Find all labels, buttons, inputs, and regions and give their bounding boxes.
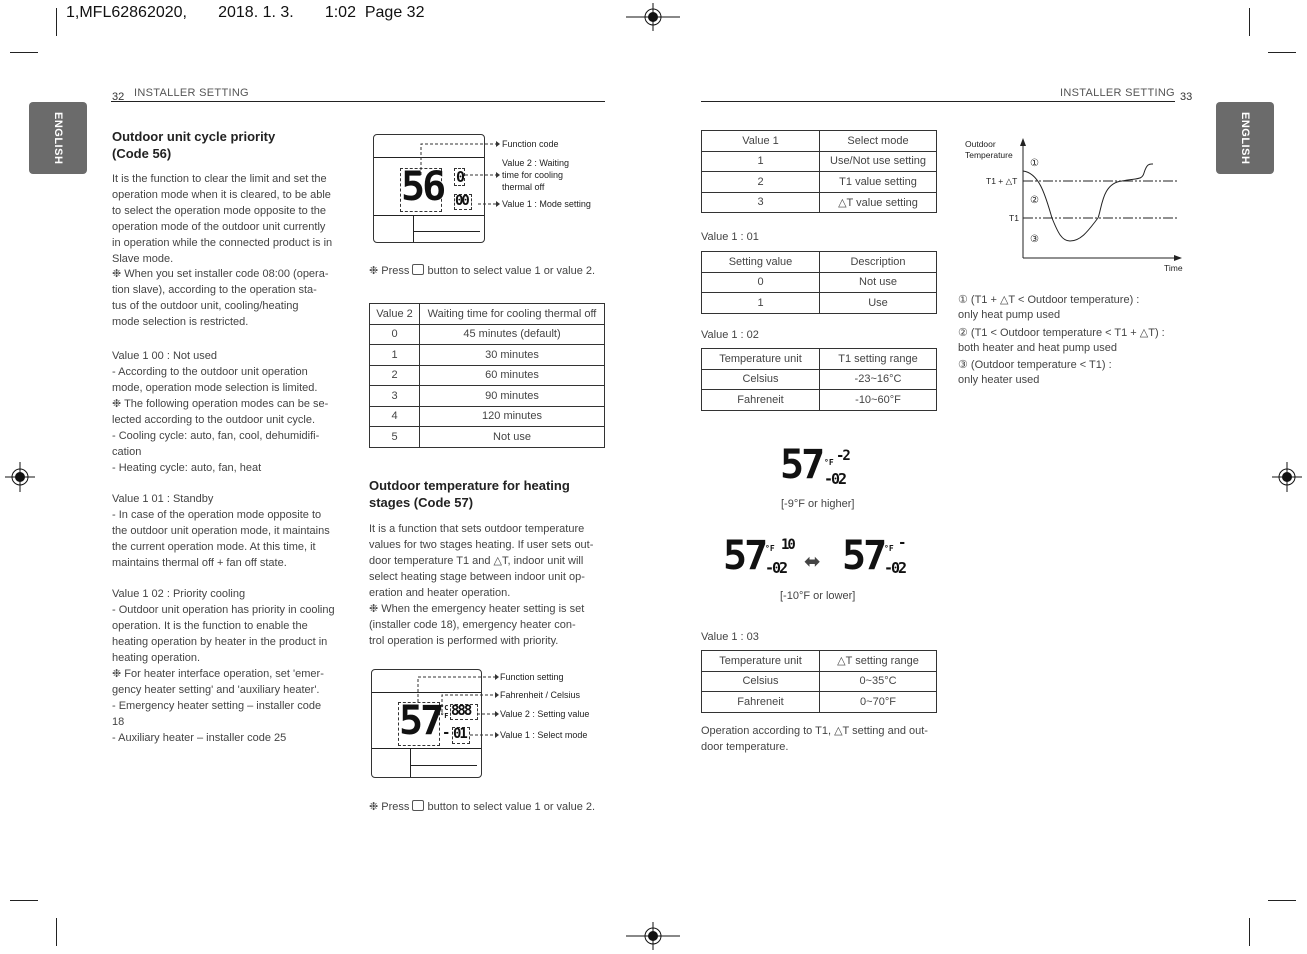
- table-value-01: Setting value Description 0 Not use 1 Use: [701, 251, 937, 314]
- zone-1-marker: ①: [1030, 158, 1039, 169]
- table-row: 1 Use: [701, 292, 937, 314]
- callout-label: Function code: [502, 139, 559, 149]
- table-row: 1 Use/Not use setting: [701, 150, 937, 172]
- callout-label: Fahrenheit / Celsius: [500, 690, 581, 700]
- zone-2-marker: ②: [1030, 195, 1039, 206]
- table-row: Celsius -23~16°C: [701, 368, 937, 390]
- level-label-t1-plus-dt: T1 + △T: [986, 176, 1018, 186]
- running-title: INSTALLER SETTING: [134, 87, 249, 99]
- paragraph: Value 1 00 : Not used - According to the…: [112, 350, 329, 474]
- graph-xlabel: Time: [1164, 263, 1183, 273]
- graph-ylabel: Outdoor Temperature: [965, 139, 1013, 160]
- table-waiting-time: Value 2 Waiting time for cooling thermal …: [369, 303, 605, 448]
- language-tab: ENGLISH: [29, 102, 87, 174]
- subheading: Value 1 : 02: [701, 329, 759, 341]
- table-row: Celsius 0~35°C: [701, 670, 937, 692]
- page-number: 33: [1180, 91, 1193, 103]
- display-example-lower-a: 57 °F 10 -02: [723, 533, 796, 579]
- table-row: 0 45 minutes (default): [369, 323, 605, 345]
- section-title-code57: Outdoor temperature for heating stages (…: [369, 478, 570, 510]
- callout-label: Value 1 : Select mode: [500, 730, 588, 740]
- table-value-03: Temperature unit △T setting range Celsius…: [701, 650, 937, 713]
- callout-label: Value 1 : Mode setting: [502, 199, 591, 209]
- table-row: 2 T1 value setting: [701, 171, 937, 193]
- table-select-mode: Value 1 Select mode 1 Use/Not use setting …: [701, 130, 937, 213]
- table-row: 4 120 minutes: [369, 405, 605, 427]
- table-row: Fahreneit 0~70°F: [701, 691, 937, 713]
- paragraph: It is a function that sets outdoor tempe…: [369, 523, 594, 647]
- legend-item: ① (T1 + △T < Outdoor temperature) : only…: [958, 294, 1140, 321]
- paragraph: Value 1 01 : Standby - In case of the op…: [112, 493, 330, 569]
- level-label-t1: T1: [1009, 213, 1019, 223]
- paragraph: Operation according to T1, △T setting an…: [701, 725, 928, 753]
- language-tab: ENGLISH: [1216, 102, 1274, 174]
- mode-button-icon: [412, 264, 425, 275]
- zone-3-marker: ③: [1030, 234, 1039, 245]
- callout-label: Value 2 : Setting value: [500, 709, 590, 719]
- subheading: Value 1 : 01: [701, 231, 759, 243]
- callout-label: Function setting: [500, 672, 564, 682]
- subheading: Value 1 : 03: [701, 631, 759, 643]
- paragraph: It is the function to clear the limit an…: [112, 173, 333, 265]
- table-row: 3 △T value setting: [701, 191, 937, 213]
- table-row: 2 60 minutes: [369, 364, 605, 386]
- header-rule: [701, 101, 1175, 102]
- table-row: 0 Not use: [701, 271, 937, 293]
- alternating-arrow-icon: ⬌: [804, 551, 821, 573]
- display-caption: [-9°F or higher]: [781, 498, 855, 510]
- callout-lines: [417, 674, 499, 738]
- display-example-higher: 57 °F -2 -02: [780, 442, 851, 488]
- callout-lines: [420, 141, 500, 207]
- legend-item: ③ (Outdoor temperature < T1) : only heat…: [958, 359, 1112, 386]
- paragraph: Value 1 02 : Priority cooling - Outdoor …: [112, 588, 335, 744]
- press-note: ❉ Press button to select value 1 or valu…: [369, 800, 596, 813]
- table-value-02: Temperature unit T1 setting range Celsius…: [701, 348, 937, 411]
- press-note: ❉ Press button to select value 1 or valu…: [369, 264, 596, 277]
- header-rule: [111, 101, 605, 102]
- legend-item: ② (T1 < Outdoor temperature < T1 + △T) :…: [958, 327, 1165, 354]
- table-row: 1 30 minutes: [369, 344, 605, 366]
- running-title: INSTALLER SETTING: [1060, 87, 1175, 99]
- paragraph: ❉ When you set installer code 08:00 (ope…: [112, 268, 329, 328]
- table-row: 3 90 minutes: [369, 385, 605, 407]
- callout-label: Value 2 : Waiting time for cooling therm…: [502, 158, 570, 192]
- mode-button-icon: [412, 800, 425, 811]
- table-row: Fahreneit -10~60°F: [701, 389, 937, 411]
- display-example-lower-b: 57 °F - -02: [842, 533, 907, 579]
- section-title-code56: Outdoor unit cycle priority (Code 56): [112, 129, 276, 161]
- display-caption: [-10°F or lower]: [780, 590, 856, 602]
- table-row: 5 Not use: [369, 426, 605, 448]
